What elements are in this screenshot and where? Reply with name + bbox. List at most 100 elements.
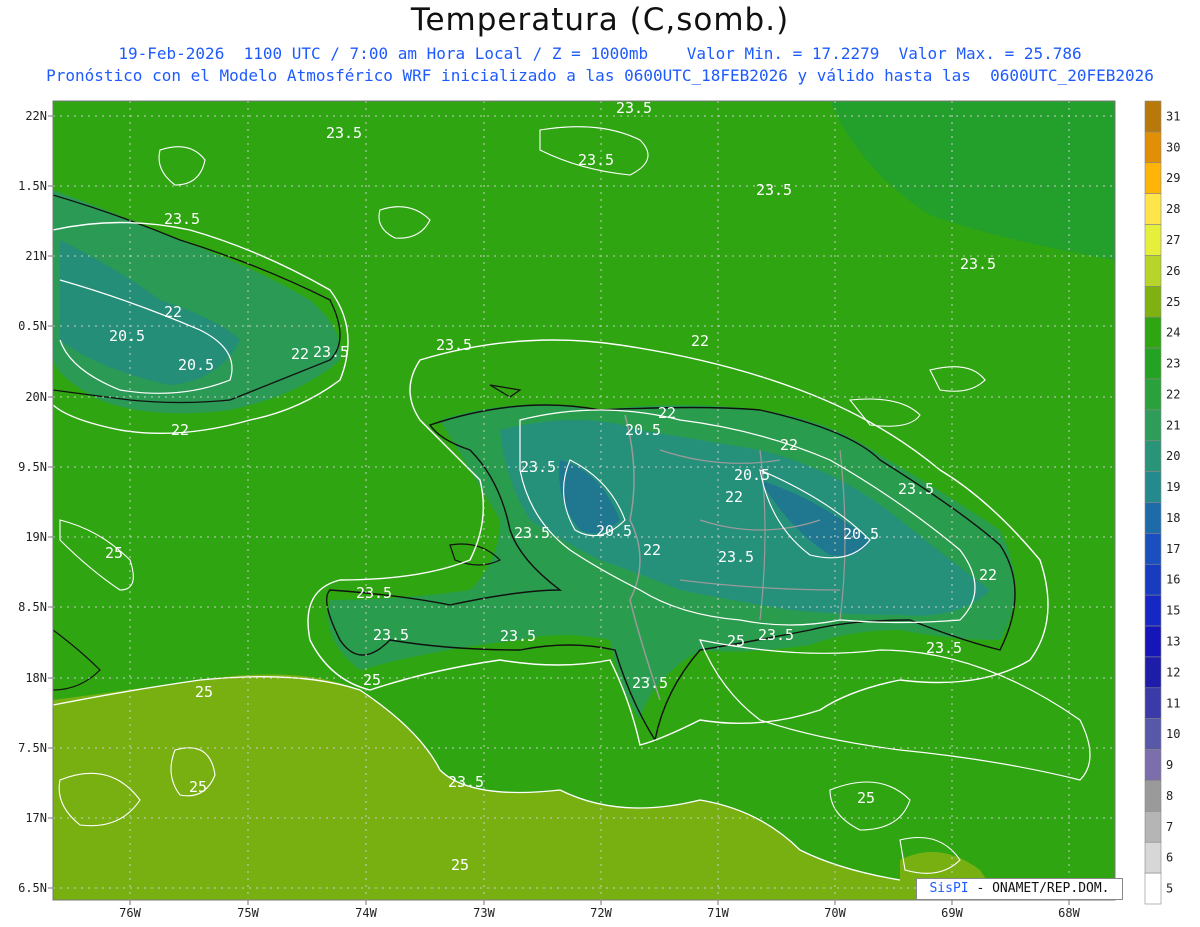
colorbar-swatch <box>1144 718 1162 750</box>
colorbar-swatch <box>1144 656 1162 689</box>
contour-label: 25 <box>857 789 875 807</box>
latitude-label: 18N <box>25 671 47 685</box>
colorbar-swatch <box>1144 841 1162 874</box>
longitude-label: 72W <box>590 906 612 920</box>
colorbar-swatch <box>1144 811 1162 843</box>
colorbar-label: 6 <box>1166 851 1173 865</box>
colorbar-label: 22 <box>1166 387 1180 401</box>
contour-label: 25 <box>451 856 469 874</box>
colorbar-swatch <box>1144 563 1162 596</box>
longitude-labels: 76W 75W 74W 73W 72W 71W 70W 69W 68W <box>119 900 1081 920</box>
colorbar-label: 9 <box>1166 758 1173 772</box>
colorbar-label: 10 <box>1166 727 1180 741</box>
colorbar-swatch <box>1144 193 1162 225</box>
latitude-label: 19N <box>25 530 47 544</box>
credit-box: SisPI - ONAMET/REP.DOM. <box>916 878 1123 900</box>
colorbar-swatch <box>1144 255 1162 287</box>
colorbar-label: 27 <box>1166 233 1180 247</box>
contour-label: 22 <box>780 436 798 454</box>
contour-label: 23.5 <box>436 336 472 354</box>
colorbar-swatch <box>1144 749 1162 781</box>
longitude-label: 70W <box>824 906 846 920</box>
contour-label: 25 <box>727 632 745 650</box>
longitude-label: 68W <box>1058 906 1080 920</box>
longitude-label: 71W <box>707 906 729 920</box>
contour-label: 22 <box>658 404 676 422</box>
colorbar-swatch <box>1144 502 1162 534</box>
contour-label: 20.5 <box>596 522 632 540</box>
contour-label: 23.5 <box>326 124 362 142</box>
colorbar-label: 29 <box>1166 171 1180 185</box>
colorbar-swatch <box>1144 347 1162 380</box>
longitude-label: 69W <box>941 906 963 920</box>
colorbar-swatch <box>1144 687 1162 719</box>
colorbar-label: 24 <box>1166 326 1180 340</box>
contour-label: 23.5 <box>898 480 934 498</box>
latitude-label: 17N <box>25 811 47 825</box>
colorbar-swatch <box>1144 625 1162 658</box>
colorbar-swatch <box>1144 780 1162 812</box>
contour-label: 23.5 <box>632 674 668 692</box>
contour-label: 23.5 <box>718 548 754 566</box>
credit-text: - ONAMET/REP.DOM. <box>968 881 1110 896</box>
colorbar-swatch <box>1144 471 1162 503</box>
contour-label: 25 <box>105 544 123 562</box>
contour-label: 25 <box>189 778 207 796</box>
colorbar-swatch <box>1144 162 1162 194</box>
contour-label: 23.5 <box>756 181 792 199</box>
contour-label: 23.5 <box>373 626 409 644</box>
colorbar-label: 5 <box>1166 882 1173 896</box>
colorbar-swatch <box>1144 286 1162 318</box>
colorbar-swatch <box>1144 224 1162 256</box>
latitude-label: 0.5N <box>18 319 47 333</box>
contour-label: 23.5 <box>520 458 556 476</box>
latitude-label: 20N <box>25 390 47 404</box>
latitude-label: 1.5N <box>18 179 47 193</box>
contour-label: 23.5 <box>960 255 996 273</box>
colorbar-label: 28 <box>1166 202 1180 216</box>
colorbar-label: 12 <box>1166 665 1180 679</box>
temperature-map: 23.523.523.523.523.523.52220.520.522 23.5… <box>18 99 1180 920</box>
contour-label: 20.5 <box>843 525 879 543</box>
colorbar-label: 20 <box>1166 449 1180 463</box>
map-fields: 23.523.523.523.523.523.52220.520.522 23.5… <box>53 99 1115 900</box>
contour-label: 22 <box>725 488 743 506</box>
latitude-label: 7.5N <box>18 741 47 755</box>
contour-label: 22 <box>979 566 997 584</box>
latitude-label: 21N <box>25 249 47 263</box>
colorbar-swatch <box>1144 440 1162 472</box>
contour-label: 20.5 <box>625 421 661 439</box>
colorbar-swatch <box>1144 409 1162 442</box>
contour-label: 25 <box>363 671 381 689</box>
contour-label: 23.5 <box>514 524 550 542</box>
colorbar-swatch <box>1144 131 1162 164</box>
contour-label: 22 <box>291 345 309 363</box>
latitude-labels: 22N 1.5N 21N 0.5N 20N 9.5N 19N 8.5N 18N 7.5N 17N 6.… <box>18 109 53 895</box>
colorbar-label: 25 <box>1166 295 1180 309</box>
contour-label: 22 <box>691 332 709 350</box>
colorbar-label: 30 <box>1166 140 1180 154</box>
contour-label: 22 <box>171 421 189 439</box>
colorbar-label: 8 <box>1166 789 1173 803</box>
colorbar-label: 16 <box>1166 573 1180 587</box>
colorbar-label: 11 <box>1166 696 1180 710</box>
contour-label: 20.5 <box>734 466 770 484</box>
colorbar-label: 19 <box>1166 480 1180 494</box>
contour-label: 20.5 <box>109 327 145 345</box>
colorbar-swatch <box>1144 872 1162 905</box>
contour-label: 20.5 <box>178 356 214 374</box>
contour-label: 23.5 <box>313 343 349 361</box>
colorbar-label: 7 <box>1166 820 1173 834</box>
latitude-label: 9.5N <box>18 460 47 474</box>
contour-label: 23.5 <box>616 99 652 117</box>
colorbar: 31 30 29 28 27 26 25 24 23 22 21 20 19 18 17 16 15 13 12 11… <box>1144 100 1180 905</box>
contour-label: 23.5 <box>758 626 794 644</box>
colorbar-label: 17 <box>1166 542 1180 556</box>
colorbar-swatch <box>1144 378 1162 411</box>
colorbar-label: 18 <box>1166 511 1180 525</box>
credit-brand: SisPI <box>929 881 969 896</box>
contour-label: 23.5 <box>578 151 614 169</box>
latitude-label: 6.5N <box>18 881 47 895</box>
colorbar-label: 31 <box>1166 109 1180 123</box>
colorbar-swatch <box>1144 316 1162 349</box>
